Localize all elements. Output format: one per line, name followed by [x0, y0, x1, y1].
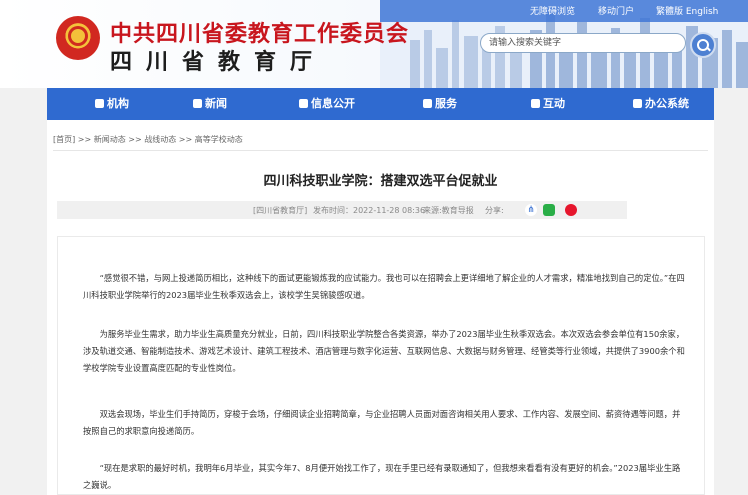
page-title: 四川科技职业学院：搭建双选平台促就业 — [263, 174, 498, 189]
accessibility-link[interactable]: 无障碍浏览 — [530, 4, 575, 17]
office-icon — [633, 99, 642, 108]
meta-source: [四川省教育厅] — [253, 206, 308, 215]
site-title-sub: 四川省教育厅 — [110, 50, 327, 75]
service-icon — [423, 99, 432, 108]
nav-item-office[interactable]: 办公系统 — [633, 88, 689, 120]
main-nav: 机构 新闻 信息公开 服务 互动 办公系统 — [47, 88, 714, 120]
org-icon — [95, 99, 104, 108]
nav-item-info[interactable]: 信息公开 — [299, 88, 355, 120]
search-input[interactable]: 请输入搜索关键字 — [480, 33, 686, 53]
meta-from: 来源:教育导报 — [423, 206, 474, 215]
nav-item-interact[interactable]: 互动 — [531, 88, 565, 120]
weibo-icon[interactable] — [565, 204, 577, 216]
site-header: 中共四川省委教育工作委员会 四川省教育厅 无障碍浏览 移动门户 繁體版 Engl… — [0, 0, 748, 88]
divider — [53, 150, 708, 151]
search-icon[interactable] — [690, 32, 716, 58]
share-icon[interactable]: ⋔ — [525, 204, 537, 216]
article-paragraph: 双选会现场，毕业生们手持简历，穿梭于会场，仔细阅读企业招聘简章，与企业招聘人员面… — [83, 409, 681, 436]
news-icon — [193, 99, 202, 108]
nav-item-service[interactable]: 服务 — [423, 88, 457, 120]
language-link[interactable]: 繁體版 English — [656, 4, 718, 17]
national-emblem-logo — [56, 16, 100, 60]
article-paragraph: 为服务毕业生需求，助力毕业生高质量充分就业，日前，四川科技职业学院整合各类资源，… — [83, 329, 685, 373]
meta-date: 发布时间：2022-11-28 08:36 — [313, 206, 426, 215]
wechat-icon[interactable] — [543, 204, 555, 216]
nav-item-news[interactable]: 新闻 — [193, 88, 227, 120]
article-paragraph: “现在是求职的最好时机，我明年6月毕业，其实今年7、8月便开始找工作了，现在手里… — [83, 463, 681, 490]
nav-item-org[interactable]: 机构 — [95, 88, 129, 120]
main-content: [首页] >> 新闻动态 >> 战线动态 >> 高等学校动态 四川科技职业学院：… — [47, 120, 714, 495]
mobile-portal-link[interactable]: 移动门户 — [598, 4, 634, 17]
breadcrumb[interactable]: [首页] >> 新闻动态 >> 战线动态 >> 高等学校动态 — [53, 134, 243, 145]
meta-share-label: 分享: — [485, 206, 504, 215]
interact-icon — [531, 99, 540, 108]
info-icon — [299, 99, 308, 108]
article-meta: [四川省教育厅] 发布时间：2022-11-28 08:36 来源:教育导报 分… — [57, 201, 627, 219]
article-paragraph: “感觉很不错，与网上投递简历相比，这种线下的面试更能锻炼我的应试能力。我也可以在… — [83, 273, 685, 300]
